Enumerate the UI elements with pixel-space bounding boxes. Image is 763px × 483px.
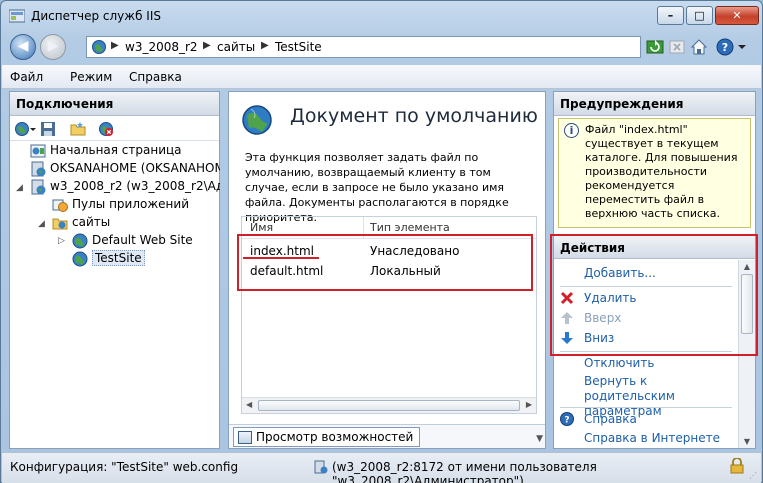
back-button[interactable]: ◀: [10, 34, 36, 60]
iis-manager-window: Диспетчер служб IIS – □ ✕ ◀ ▶ ▶ w3_2008_…: [0, 0, 763, 483]
breadcrumb-separator: ▶: [203, 40, 211, 51]
menu-view[interactable]: Режим: [70, 70, 112, 84]
scroll-left-icon[interactable]: ◀: [246, 400, 252, 409]
title-bar: Диспетчер служб IIS – □ ✕: [1, 1, 762, 31]
view-tabs: Просмотр возможностей ▼: [229, 424, 545, 448]
sites-folder-icon: [52, 218, 68, 230]
breadcrumb-sites[interactable]: сайты: [217, 40, 255, 54]
tree-item-w3-server[interactable]: w3_2008_r2 (w3_2008_r2\Админ: [30, 178, 220, 196]
tree-expand-toggle[interactable]: ▷: [58, 236, 68, 246]
column-header-type[interactable]: Тип элемента: [370, 221, 450, 234]
svg-text:?: ?: [722, 41, 728, 54]
iis-app-icon: [9, 9, 25, 23]
feature-view-icon: [238, 431, 252, 444]
forward-arrow-icon: ▶: [47, 38, 59, 54]
stop-icon[interactable]: [668, 38, 686, 56]
connections-pane: Подключения Начальная страница OKSANAHOM…: [9, 91, 220, 449]
connections-header: Подключения: [10, 92, 219, 116]
action-online-help[interactable]: Справка в Интернете: [584, 431, 734, 446]
column-header-name[interactable]: Имя: [250, 221, 273, 234]
chevron-down-icon[interactable]: [736, 38, 748, 56]
help-icon: ?: [560, 412, 574, 426]
server-icon: [31, 161, 46, 177]
resize-grip-icon[interactable]: ⋰: [749, 471, 759, 481]
navigation-bar: ◀ ▶ ▶ w3_2008_r2 ▶ сайты ▶ TestSite ?: [6, 32, 758, 62]
status-config: Конфигурация: "TestSite" web.config: [10, 460, 239, 474]
horizontal-scrollbar[interactable]: ◀ ▶: [242, 397, 536, 413]
alert-message: i Файл "index.html" существует в текущем…: [558, 118, 751, 228]
tree-item-oksanahome[interactable]: OKSANAHOME (OKSANAHOME: [30, 160, 220, 178]
breadcrumb-separator: ▶: [261, 40, 269, 51]
save-icon[interactable]: [40, 121, 56, 137]
maximize-button[interactable]: □: [686, 6, 713, 25]
menu-help[interactable]: Справка: [129, 70, 182, 84]
action-disable[interactable]: Отключить: [584, 356, 734, 371]
start-page-icon: [30, 144, 46, 158]
new-folder-icon[interactable]: [70, 121, 86, 137]
disconnect-icon[interactable]: [98, 121, 114, 137]
scroll-right-icon[interactable]: ▶: [526, 400, 532, 409]
tree-collapse-toggle[interactable]: ◢: [16, 183, 26, 193]
forward-button[interactable]: ▶: [40, 34, 66, 60]
tree-collapse-toggle[interactable]: ◢: [38, 219, 48, 229]
server-icon: [31, 179, 46, 195]
connection-icon: [314, 460, 328, 474]
help-icon[interactable]: ?: [716, 38, 734, 56]
svg-text:?: ?: [564, 416, 569, 426]
highlight-box-actions: [550, 234, 758, 356]
default-document-icon: [242, 105, 272, 135]
scroll-thumb[interactable]: [258, 400, 520, 411]
menu-bar: Файл Режим Справка: [2, 65, 761, 89]
minimize-button[interactable]: –: [657, 6, 684, 25]
action-help[interactable]: Справка: [584, 412, 734, 427]
home-icon[interactable]: [690, 38, 708, 56]
status-connection: (w3_2008_r2:8172 от имени пользователя "…: [332, 460, 597, 483]
close-button[interactable]: ✕: [715, 6, 759, 25]
connections-toolbar: [10, 117, 219, 141]
alerts-header: Предупреждения: [554, 92, 755, 116]
breadcrumb-server[interactable]: w3_2008_r2: [125, 40, 198, 54]
feature-description: Эта функция позволяет задать файл по умо…: [245, 151, 509, 224]
breadcrumb-separator: ▶: [111, 40, 119, 51]
page-title: Документ по умолчанию: [290, 105, 538, 127]
globe-icon: [92, 40, 106, 54]
scroll-down-icon[interactable]: ▼: [739, 437, 755, 446]
globe-icon: [72, 233, 88, 249]
refresh-icon[interactable]: [646, 38, 664, 56]
divider: [560, 407, 732, 408]
connect-icon[interactable]: [14, 121, 36, 137]
address-bar[interactable]: ▶ w3_2008_r2 ▶ сайты ▶ TestSite: [86, 36, 641, 58]
back-arrow-icon: ◀: [17, 38, 29, 54]
globe-icon: [72, 251, 88, 267]
window-title: Диспетчер служб IIS: [31, 9, 161, 23]
lock-icon: [730, 458, 744, 474]
status-bar: Конфигурация: "TestSite" web.config (w3_…: [2, 452, 761, 483]
breadcrumb-testsite[interactable]: TestSite: [275, 40, 322, 54]
highlight-underline: [243, 257, 319, 259]
info-icon: i: [564, 123, 579, 138]
scroll-down-icon[interactable]: ▼: [536, 434, 543, 444]
app-pools-icon: [52, 199, 68, 212]
tab-feature-view[interactable]: Просмотр возможностей: [233, 427, 421, 447]
highlight-box-table: [237, 234, 533, 291]
alert-text: Файл "index.html" существует в текущем к…: [585, 123, 738, 220]
menu-file[interactable]: Файл: [10, 70, 43, 84]
